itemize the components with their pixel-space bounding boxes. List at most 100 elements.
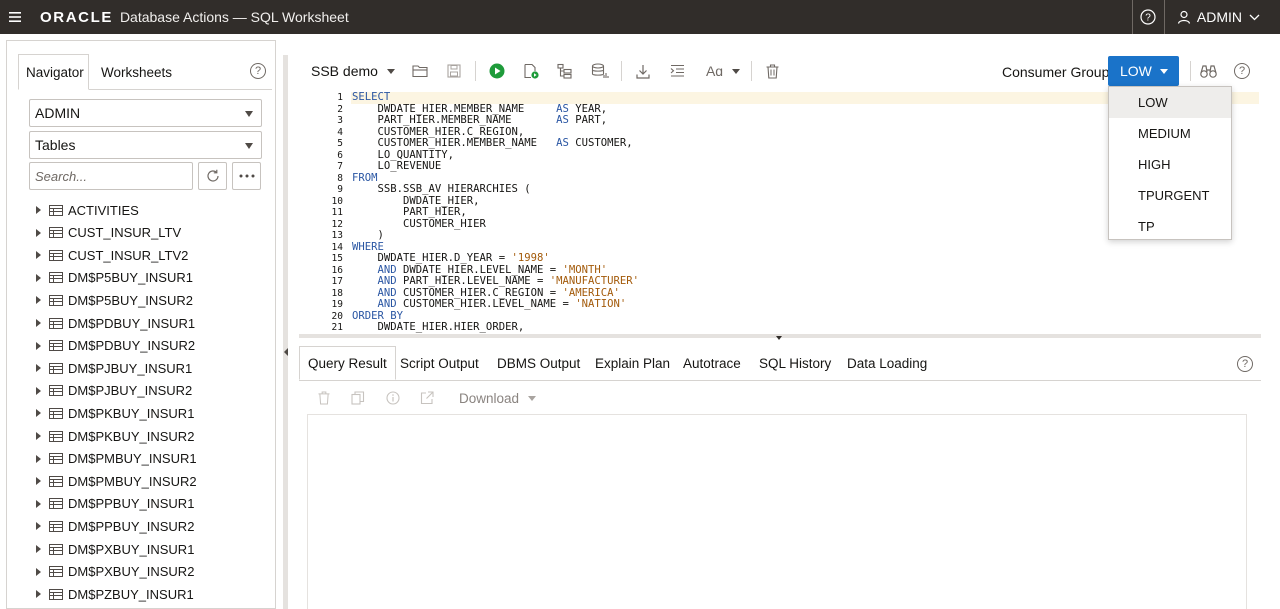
consumer-group-option-low[interactable]: LOW [1109, 87, 1231, 118]
consumer-group-option-tp[interactable]: TP [1109, 211, 1231, 242]
expand-icon[interactable] [36, 545, 41, 553]
copy-icon[interactable] [349, 386, 367, 410]
expand-icon[interactable] [36, 409, 41, 418]
table-icon [49, 520, 63, 532]
clear-output-icon[interactable] [315, 386, 333, 410]
panel-splitter[interactable] [283, 55, 288, 609]
expand-icon[interactable] [36, 432, 41, 440]
consumer-group-button[interactable]: LOW [1108, 56, 1179, 86]
sql-text: DWDATE_HIER, [352, 194, 480, 207]
tree-item-label: DM$PKBUY_INSUR2 [68, 428, 195, 444]
font-size-menu[interactable]: Aɑ [705, 59, 741, 83]
expand-icon[interactable] [36, 454, 41, 463]
tree-item-table[interactable]: DM$PDBUY_INSUR1 [32, 312, 268, 334]
tree-item-table[interactable]: CUST_INSUR_LTV2 [32, 244, 268, 266]
expand-icon[interactable] [36, 228, 41, 237]
expand-icon[interactable] [36, 386, 41, 395]
tree-item-table[interactable]: DM$PMBUY_INSUR1 [32, 448, 268, 470]
user-menu-button[interactable]: ADMIN [1165, 0, 1280, 34]
tree-item-label: CUST_INSUR_LTV [68, 225, 182, 241]
tab-worksheets[interactable]: Worksheets [94, 54, 179, 90]
sql-keyword: AS [556, 114, 569, 126]
tree-item-table[interactable]: DM$PPBUY_INSUR1 [32, 493, 268, 515]
tree-item-table[interactable]: DM$PXBUY_INSUR1 [32, 538, 268, 560]
help-icon[interactable]: ? [1133, 0, 1164, 34]
expand-icon[interactable] [36, 341, 41, 350]
explain-plan-icon[interactable] [555, 59, 575, 83]
tree-item-table[interactable]: ACTIVITIES [32, 199, 268, 221]
trash-icon[interactable] [762, 59, 782, 83]
collapse-left-icon[interactable] [284, 348, 288, 356]
help-icon[interactable]: ? [250, 63, 266, 79]
object-type-select[interactable]: Tables [29, 131, 262, 159]
consumer-group-label: Consumer Group: [1002, 64, 1114, 80]
tree-item-table[interactable]: DM$PPBUY_INSUR2 [32, 515, 268, 537]
expand-icon[interactable] [36, 477, 41, 486]
expand-icon[interactable] [36, 251, 41, 260]
tab-explain-plan[interactable]: Explain Plan [587, 346, 678, 380]
format-indent-icon[interactable] [667, 59, 687, 83]
expand-icon[interactable] [36, 206, 41, 214]
expand-icon[interactable] [36, 590, 41, 599]
run-script-icon[interactable] [521, 59, 541, 83]
search-input[interactable]: Search... [29, 162, 193, 190]
tree-item-table[interactable]: DM$PJBUY_INSUR2 [32, 380, 268, 402]
consumer-group-option-high[interactable]: HIGH [1109, 149, 1231, 180]
autotrace-icon[interactable] [589, 59, 611, 83]
tree-item-table[interactable]: DM$PJBUY_INSUR1 [32, 357, 268, 379]
binoculars-icon[interactable] [1198, 59, 1218, 83]
line-number: 12 [331, 218, 343, 230]
open-folder-icon[interactable] [410, 59, 430, 83]
help-icon[interactable]: ? [1237, 356, 1253, 372]
expand-icon[interactable] [36, 567, 41, 576]
tab-dbms-output[interactable]: DBMS Output [489, 346, 588, 380]
tab-sql-history[interactable]: SQL History [751, 346, 839, 380]
more-icon [239, 174, 254, 178]
tab-navigator[interactable]: Navigator [18, 54, 89, 90]
expand-icon[interactable] [36, 296, 41, 305]
tab-data-loading[interactable]: Data Loading [839, 346, 935, 380]
expand-icon[interactable] [36, 273, 41, 282]
info-icon[interactable] [384, 386, 402, 410]
open-external-icon[interactable] [418, 386, 436, 410]
sql-keyword: AND [377, 298, 397, 310]
tree-item-table[interactable]: DM$PXBUY_INSUR2 [32, 561, 268, 583]
save-icon[interactable] [444, 59, 464, 83]
help-icon[interactable]: ? [1232, 59, 1252, 83]
expand-icon[interactable] [36, 364, 41, 373]
expand-icon[interactable] [36, 319, 41, 327]
hamburger-menu-icon[interactable] [0, 0, 30, 34]
tree-item-table[interactable]: DM$P5BUY_INSUR1 [32, 267, 268, 289]
consumer-group-option-tpurgent[interactable]: TPURGENT [1109, 180, 1231, 211]
tree-item-table[interactable]: DM$PMBUY_INSUR2 [32, 470, 268, 492]
table-icon [49, 498, 63, 510]
collapse-down-icon[interactable] [776, 336, 782, 340]
line-number: 17 [331, 276, 343, 287]
object-type-value: Tables [35, 137, 76, 153]
line-number: 16 [331, 264, 343, 276]
tree-item-table[interactable]: DM$P5BUY_INSUR2 [32, 289, 268, 311]
line-number: 4 [337, 126, 343, 138]
worksheet-selector[interactable]: SSB demo [311, 59, 395, 83]
tab-autotrace[interactable]: Autotrace [675, 346, 749, 380]
tab-label: SQL History [759, 355, 832, 371]
tree-item-table[interactable]: DM$PKBUY_INSUR1 [32, 402, 268, 424]
tab-query-result[interactable]: Query Result [299, 346, 396, 380]
consumer-group-option-medium[interactable]: MEDIUM [1109, 118, 1231, 149]
download-menu[interactable]: Download [459, 386, 537, 410]
refresh-button[interactable] [198, 162, 227, 190]
sql-text: CUSTOMER_HIER.C_REGION, [352, 125, 525, 138]
sql-text: PART_HIER, [352, 206, 467, 218]
run-statement-icon[interactable] [487, 59, 507, 83]
tree-item-table[interactable]: CUST_INSUR_LTV [32, 222, 268, 244]
tree-item-table[interactable]: DM$PDBUY_INSUR2 [32, 335, 268, 357]
download-icon[interactable] [633, 59, 653, 83]
tree-item-table[interactable]: DM$PZBUY_INSUR1 [32, 583, 268, 605]
tab-script-output[interactable]: Script Output [392, 346, 487, 380]
expand-icon[interactable] [36, 522, 41, 531]
tree-item-table[interactable]: DM$PKBUY_INSUR2 [32, 425, 268, 447]
expand-icon[interactable] [36, 499, 41, 508]
schema-select[interactable]: ADMIN [29, 99, 262, 127]
more-actions-button[interactable] [232, 162, 261, 190]
sql-string: 'MANUFACTURER' [549, 275, 640, 287]
